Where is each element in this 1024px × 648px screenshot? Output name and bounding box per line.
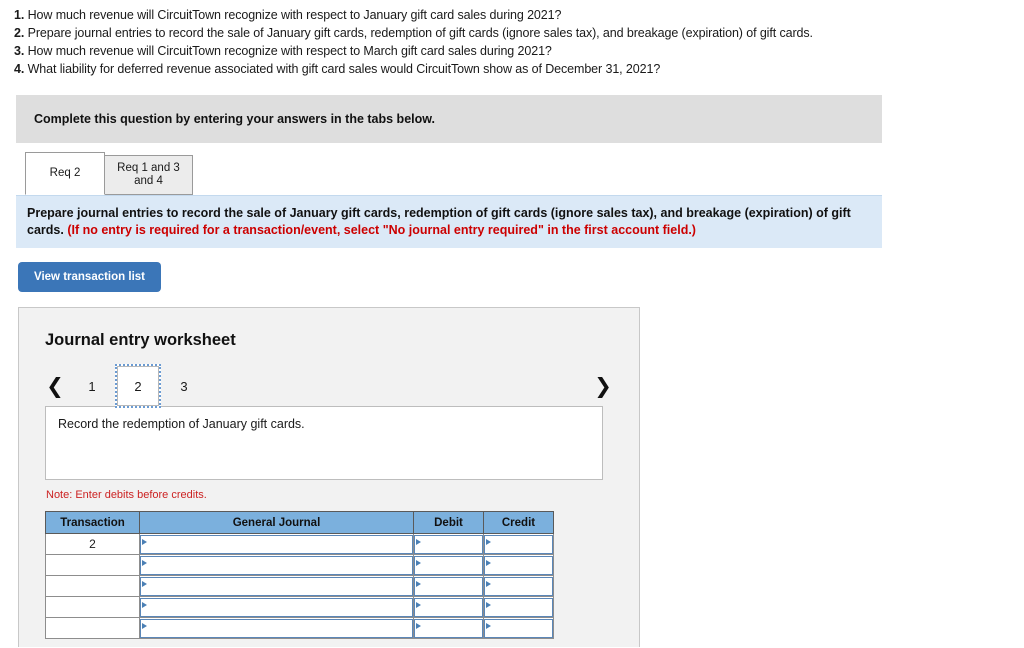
dropdown-marker-icon: [142, 538, 147, 545]
dropdown-marker-icon: [416, 580, 421, 587]
journal-entry-table: Transaction General Journal Debit Credit…: [45, 511, 554, 639]
dropdown-marker-icon: [486, 580, 491, 587]
dropdown-marker-icon: [486, 559, 491, 566]
cell-credit[interactable]: [483, 575, 554, 597]
cell-transaction: [45, 575, 140, 597]
question-text: How much revenue will CircuitTown recogn…: [27, 8, 562, 22]
transaction-button-wrap: View transaction list: [18, 262, 1024, 292]
question-text: Prepare journal entries to record the sa…: [27, 26, 813, 40]
dropdown-marker-icon: [486, 538, 491, 545]
column-header-general-journal: General Journal: [139, 511, 414, 534]
worksheet-pager: ❮ 1 2 3 ❯: [41, 364, 619, 408]
dropdown-marker-icon: [486, 601, 491, 608]
page-button-1[interactable]: 1: [69, 369, 115, 403]
cell-credit[interactable]: [483, 617, 554, 639]
chevron-right-icon[interactable]: ❯: [589, 375, 617, 397]
question-number: 2.: [14, 26, 25, 40]
question-item: 3. How much revenue will CircuitTown rec…: [14, 42, 900, 60]
dropdown-marker-icon: [486, 622, 491, 629]
cell-credit[interactable]: [483, 596, 554, 618]
dropdown-marker-icon: [416, 559, 421, 566]
dropdown-marker-icon: [142, 601, 147, 608]
cell-general-journal[interactable]: [139, 617, 414, 639]
cell-transaction: [45, 617, 140, 639]
tab-label: Req 2: [49, 167, 81, 179]
cell-debit[interactable]: [413, 575, 484, 597]
tab-label: Req 1 and 3 and 4: [117, 162, 180, 187]
cell-transaction: [45, 554, 140, 576]
cell-credit[interactable]: [483, 554, 554, 576]
table-row: [45, 617, 554, 639]
table-row: [45, 554, 554, 576]
tab-req-1-3-4[interactable]: Req 1 and 3 and 4: [105, 155, 193, 195]
view-transaction-list-button[interactable]: View transaction list: [18, 262, 161, 292]
question-item: 1. How much revenue will CircuitTown rec…: [14, 6, 900, 24]
chevron-left-icon[interactable]: ❮: [41, 375, 69, 397]
question-text: How much revenue will CircuitTown recogn…: [27, 44, 552, 58]
table-row: 2: [45, 533, 554, 555]
instruction-bar: Complete this question by entering your …: [16, 95, 882, 143]
table-row: [45, 575, 554, 597]
question-item: 2. Prepare journal entries to record the…: [14, 24, 900, 42]
cell-debit[interactable]: [413, 533, 484, 555]
question-list: 1. How much revenue will CircuitTown rec…: [0, 0, 900, 78]
requirement-box: Prepare journal entries to record the sa…: [16, 195, 882, 248]
dropdown-marker-icon: [142, 580, 147, 587]
dropdown-marker-icon: [416, 601, 421, 608]
question-number: 1.: [14, 8, 25, 22]
cell-general-journal[interactable]: [139, 575, 414, 597]
cell-debit[interactable]: [413, 617, 484, 639]
entry-description-text: Record the redemption of January gift ca…: [58, 417, 305, 431]
column-header-credit: Credit: [483, 511, 554, 534]
cell-transaction: 2: [45, 533, 140, 555]
requirement-text: Prepare journal entries to record the sa…: [27, 205, 868, 239]
page-button-2[interactable]: 2: [115, 364, 161, 408]
question-number: 3.: [14, 44, 25, 58]
question-text: What liability for deferred revenue asso…: [27, 62, 661, 76]
cell-general-journal[interactable]: [139, 554, 414, 576]
journal-entry-worksheet-panel: Journal entry worksheet ❮ 1 2 3 ❯ Record…: [18, 307, 640, 647]
cell-debit[interactable]: [413, 596, 484, 618]
cell-debit[interactable]: [413, 554, 484, 576]
requirement-red-note: (If no entry is required for a transacti…: [67, 223, 696, 237]
tab-req-2[interactable]: Req 2: [25, 152, 105, 195]
requirement-tabs: Req 2 Req 1 and 3 and 4: [25, 152, 1024, 195]
instruction-bar-text: Complete this question by entering your …: [34, 112, 435, 126]
column-header-debit: Debit: [413, 511, 484, 534]
question-number: 4.: [14, 62, 25, 76]
table-header-row: Transaction General Journal Debit Credit: [45, 511, 554, 534]
cell-general-journal[interactable]: [139, 533, 414, 555]
cell-credit[interactable]: [483, 533, 554, 555]
debits-before-credits-note: Note: Enter debits before credits.: [46, 489, 207, 501]
entry-description-box: Record the redemption of January gift ca…: [45, 406, 603, 480]
dropdown-marker-icon: [142, 559, 147, 566]
table-row: [45, 596, 554, 618]
worksheet-title: Journal entry worksheet: [45, 331, 236, 349]
dropdown-marker-icon: [416, 538, 421, 545]
cell-general-journal[interactable]: [139, 596, 414, 618]
dropdown-marker-icon: [416, 622, 421, 629]
page-button-3[interactable]: 3: [161, 369, 207, 403]
cell-transaction: [45, 596, 140, 618]
question-item: 4. What liability for deferred revenue a…: [14, 60, 900, 78]
column-header-transaction: Transaction: [45, 511, 140, 534]
dropdown-marker-icon: [142, 622, 147, 629]
